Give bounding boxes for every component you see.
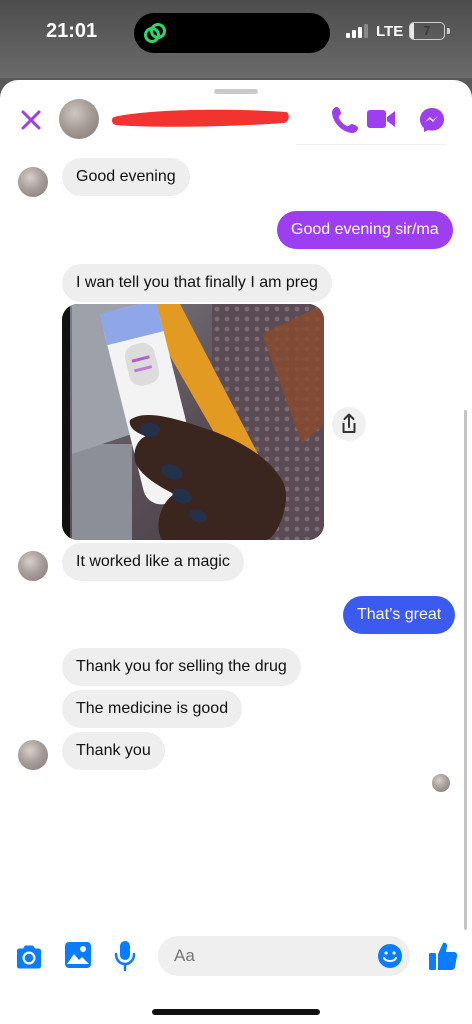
incoming-message[interactable]: The medicine is good [62, 690, 243, 728]
emoji-icon[interactable] [377, 943, 403, 969]
pregnancy-test-photo [62, 304, 324, 540]
video-camera-icon[interactable] [366, 107, 396, 131]
dynamic-island [134, 13, 330, 53]
battery-cap [447, 28, 450, 34]
microphone-icon[interactable] [114, 940, 136, 972]
share-button[interactable] [332, 407, 366, 441]
chat-header [0, 80, 472, 155]
contact-avatar[interactable] [59, 99, 99, 139]
phone-icon[interactable] [330, 104, 360, 134]
link-activity-icon [144, 23, 166, 43]
signal-strength-icon [346, 24, 368, 38]
status-bar: 21:01 LTE 7 [0, 0, 472, 78]
incoming-message[interactable]: It worked like a magic [62, 543, 244, 581]
chat-sheet: Good evening Good evening sir/ma I wan t… [0, 80, 472, 1024]
camera-icon[interactable] [14, 942, 44, 972]
outgoing-message[interactable]: Good evening sir/ma [277, 211, 453, 249]
scrollbar[interactable] [464, 410, 467, 930]
incoming-message[interactable]: Good evening [62, 158, 190, 196]
shared-photo[interactable] [62, 304, 324, 540]
redacted-contact-name [111, 109, 289, 127]
incoming-message[interactable]: I wan tell you that finally I am preg [62, 264, 332, 302]
header-divider [296, 144, 446, 145]
thumbs-up-icon[interactable] [428, 940, 458, 972]
message-input[interactable] [158, 936, 410, 976]
message-composer [0, 932, 472, 982]
home-indicator [152, 1009, 320, 1015]
sender-avatar[interactable] [18, 551, 48, 581]
close-icon[interactable] [18, 107, 44, 133]
incoming-message[interactable]: Thank you for selling the drug [62, 648, 301, 686]
messenger-icon[interactable] [418, 106, 446, 134]
status-time: 21:01 [46, 20, 98, 42]
sender-avatar[interactable] [18, 167, 48, 197]
battery-icon: 7 [409, 22, 445, 40]
outgoing-message[interactable]: That’s great [343, 596, 456, 634]
network-type: LTE [376, 23, 404, 40]
gallery-icon[interactable] [64, 941, 92, 969]
battery-percent: 7 [423, 23, 431, 38]
read-receipt-avatar [432, 774, 450, 792]
incoming-message[interactable]: Thank you [62, 732, 165, 770]
share-icon [342, 413, 356, 433]
sender-avatar[interactable] [18, 740, 48, 770]
